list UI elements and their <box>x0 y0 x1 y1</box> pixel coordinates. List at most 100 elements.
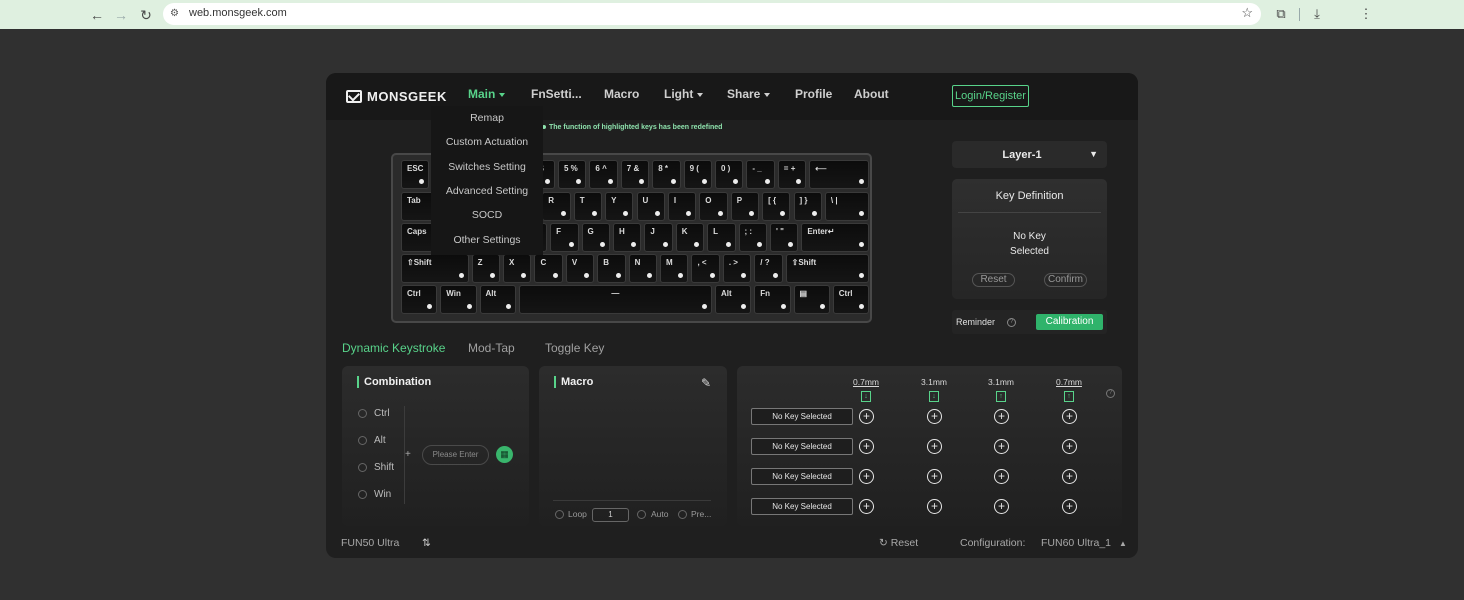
forward-icon[interactable]: → <box>112 6 130 24</box>
confirm-key-button[interactable]: Confirm <box>1044 273 1087 287</box>
nav-fnsettings[interactable]: FnSetti... <box>531 87 582 101</box>
key[interactable]: X <box>503 254 532 283</box>
brand-logo[interactable]: MONSGEEK <box>346 88 447 104</box>
key[interactable]: H <box>612 223 642 252</box>
nav-about[interactable]: About <box>854 87 889 101</box>
key[interactable]: ] } <box>793 192 822 221</box>
menu-item-switches-setting[interactable]: Switches Setting <box>431 161 543 173</box>
add-action-icon[interactable]: + <box>994 439 1009 454</box>
extensions-icon[interactable]: ⧉ <box>1272 5 1290 23</box>
menu-item-custom-actuation[interactable]: Custom Actuation <box>431 136 543 148</box>
key[interactable]: 9 ( <box>683 160 712 189</box>
login-register-button[interactable]: Login/Register <box>952 85 1029 107</box>
reload-icon[interactable]: ↻ <box>137 6 155 24</box>
add-action-icon[interactable]: + <box>927 469 942 484</box>
key[interactable]: U <box>636 192 665 221</box>
menu-item-remap[interactable]: Remap <box>431 112 543 124</box>
radio-loop[interactable] <box>555 510 564 519</box>
bookmark-star-icon[interactable]: ☆ <box>1241 5 1253 21</box>
key[interactable]: Ctrl <box>401 285 438 314</box>
add-action-icon[interactable]: + <box>994 409 1009 424</box>
help-icon[interactable]: ? <box>1007 318 1016 327</box>
add-action-icon[interactable]: + <box>994 499 1009 514</box>
key[interactable]: I <box>667 192 697 221</box>
add-action-icon[interactable]: + <box>1062 469 1077 484</box>
nav-profile[interactable]: Profile <box>795 87 832 101</box>
key[interactable]: / ? <box>754 254 783 283</box>
key[interactable]: L <box>707 223 736 252</box>
key[interactable]: F <box>550 223 579 252</box>
key[interactable]: 0 ) <box>715 160 744 189</box>
add-action-icon[interactable]: + <box>859 469 874 484</box>
key[interactable]: , < <box>691 254 720 283</box>
key[interactable]: . > <box>722 254 752 283</box>
key[interactable]: ; : <box>738 223 767 252</box>
add-action-icon[interactable]: + <box>994 469 1009 484</box>
key[interactable]: Fn <box>754 285 791 314</box>
radio-pre[interactable] <box>678 510 687 519</box>
dks-key-slot[interactable]: No Key Selected <box>751 408 853 425</box>
key[interactable]: K <box>675 223 705 252</box>
add-action-icon[interactable]: + <box>927 439 942 454</box>
nav-share[interactable]: Share <box>727 87 771 101</box>
configuration-select[interactable]: FUN60 Ultra_1 ▲ <box>1041 537 1127 549</box>
add-action-icon[interactable]: + <box>1062 409 1077 424</box>
radio-icon[interactable] <box>358 490 367 499</box>
download-icon[interactable]: ⤓ <box>1308 5 1326 23</box>
key[interactable]: ⟵ <box>809 160 869 189</box>
key[interactable]: ▤ <box>793 285 830 314</box>
key[interactable]: C <box>534 254 563 283</box>
more-menu-icon[interactable]: ⋮ <box>1357 5 1375 23</box>
menu-item-advanced-setting[interactable]: Advanced Setting <box>431 185 543 197</box>
edit-icon[interactable]: ✎ <box>701 376 711 390</box>
key[interactable]: Win <box>440 285 477 314</box>
add-action-icon[interactable]: + <box>1062 499 1077 514</box>
radio-icon[interactable] <box>358 463 367 472</box>
radio-icon[interactable] <box>358 409 367 418</box>
key[interactable]: B <box>597 254 626 283</box>
key[interactable]: Y <box>605 192 634 221</box>
add-action-icon[interactable]: + <box>927 499 942 514</box>
site-settings-icon[interactable]: ⚙ <box>170 8 182 20</box>
layer-select[interactable]: Layer-1 ▼ <box>952 141 1107 168</box>
reset-key-button[interactable]: Reset <box>972 273 1015 287</box>
add-action-icon[interactable]: + <box>859 439 874 454</box>
key[interactable]: G <box>581 223 610 252</box>
key[interactable]: - _ <box>746 160 775 189</box>
calibration-button[interactable]: Calibration <box>1036 314 1103 330</box>
dks-key-slot[interactable]: No Key Selected <box>751 498 853 515</box>
nav-macro[interactable]: Macro <box>604 87 639 101</box>
key[interactable]: ⇧Shift <box>401 254 469 283</box>
key[interactable]: Alt <box>715 285 752 314</box>
key[interactable]: Alt <box>479 285 516 314</box>
tab-mod-tap[interactable]: Mod-Tap <box>468 341 515 355</box>
dks-key-slot[interactable]: No Key Selected <box>751 468 853 485</box>
key[interactable]: Ctrl <box>832 285 869 314</box>
nav-light[interactable]: Light <box>664 87 704 101</box>
key[interactable]: 7 & <box>620 160 650 189</box>
radio-auto[interactable] <box>637 510 646 519</box>
tab-toggle-key[interactable]: Toggle Key <box>545 341 604 355</box>
key-input[interactable]: Please Enter <box>422 445 489 465</box>
key[interactable]: Enter↵ <box>801 223 869 252</box>
menu-item-socd[interactable]: SOCD <box>431 209 543 221</box>
nav-main[interactable]: Main <box>468 87 506 101</box>
key[interactable]: = + <box>777 160 807 189</box>
back-icon[interactable]: ← <box>88 6 106 24</box>
add-action-icon[interactable]: + <box>859 409 874 424</box>
key[interactable]: J <box>644 223 673 252</box>
dks-key-slot[interactable]: No Key Selected <box>751 438 853 455</box>
add-action-icon[interactable]: + <box>1062 439 1077 454</box>
address-bar[interactable]: ⚙ web.monsgeek.com ☆ <box>163 3 1261 25</box>
key[interactable]: V <box>565 254 595 283</box>
key[interactable]: ⇧Shift <box>785 254 869 283</box>
tab-dynamic-keystroke[interactable]: Dynamic Keystroke <box>342 341 445 355</box>
switch-device-icon[interactable]: ⇅ <box>422 537 431 549</box>
key[interactable]: 6 ^ <box>589 160 618 189</box>
key[interactable]: T <box>573 192 603 221</box>
key[interactable]: \ | <box>824 192 869 221</box>
key[interactable]: P <box>730 192 760 221</box>
help-icon[interactable]: ? <box>1106 389 1115 398</box>
key[interactable]: R <box>542 192 571 221</box>
add-action-icon[interactable]: + <box>927 409 942 424</box>
